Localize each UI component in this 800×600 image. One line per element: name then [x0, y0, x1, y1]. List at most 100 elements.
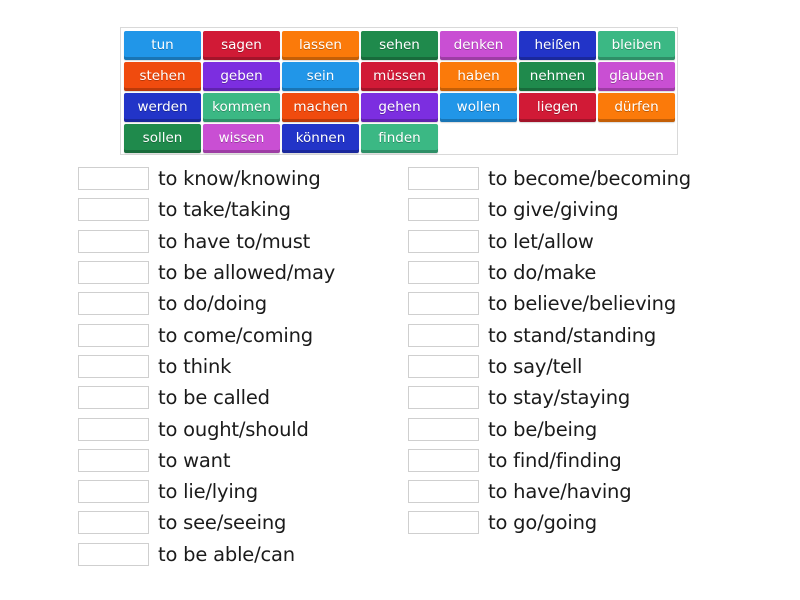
answer-drop-zone[interactable] [408, 323, 479, 347]
clue-text: to know/knowing [158, 167, 321, 191]
clue-row: to think [78, 351, 335, 382]
word-tile[interactable]: machen [282, 93, 359, 122]
clue-text: to stay/staying [488, 386, 631, 410]
word-tile[interactable]: sollen [124, 124, 201, 153]
clue-column-left: to know/knowing to take/taking to have to/… [78, 163, 335, 570]
answer-drop-zone[interactable] [408, 167, 479, 191]
clue-text: to find/finding [488, 448, 622, 472]
answer-drop-zone[interactable] [78, 480, 149, 504]
clue-row: to go/going [408, 507, 691, 538]
answer-drop-zone[interactable] [78, 448, 149, 472]
answer-drop-zone[interactable] [78, 167, 149, 191]
clue-text: to become/becoming [488, 167, 691, 191]
clue-row: to be called [78, 382, 335, 413]
word-tile[interactable]: sein [282, 62, 359, 91]
word-tile[interactable]: sehen [361, 31, 438, 60]
answer-drop-zone[interactable] [408, 417, 479, 441]
word-tile[interactable]: finden [361, 124, 438, 153]
answer-drop-zone[interactable] [408, 511, 479, 535]
word-tile[interactable]: glauben [598, 62, 675, 91]
clue-row: to be allowed/may [78, 257, 335, 288]
answer-drop-zone[interactable] [78, 261, 149, 285]
clue-row: to do/make [408, 257, 691, 288]
clue-row: to lie/lying [78, 476, 335, 507]
clue-text: to lie/lying [158, 480, 258, 504]
word-tile[interactable]: liegen [519, 93, 596, 122]
word-tile[interactable]: kommen [203, 93, 280, 122]
answer-drop-zone[interactable] [408, 386, 479, 410]
clue-text: to be able/can [158, 542, 295, 566]
clue-row: to give/giving [408, 194, 691, 225]
word-tile[interactable]: heißen [519, 31, 596, 60]
clue-row: to do/doing [78, 288, 335, 319]
clue-text: to give/giving [488, 198, 619, 222]
clue-row: to stay/staying [408, 382, 691, 413]
clue-row: to know/knowing [78, 163, 335, 194]
word-tile[interactable]: haben [440, 62, 517, 91]
clue-text: to come/coming [158, 323, 313, 347]
answer-drop-zone[interactable] [408, 261, 479, 285]
answer-drop-zone[interactable] [408, 354, 479, 378]
clue-row: to want [78, 445, 335, 476]
clue-text: to do/make [488, 261, 597, 285]
word-tile[interactable]: wollen [440, 93, 517, 122]
clue-row: to say/tell [408, 351, 691, 382]
answer-drop-zone[interactable] [78, 386, 149, 410]
clue-text: to stand/standing [488, 323, 657, 347]
answer-drop-zone[interactable] [408, 292, 479, 316]
answer-drop-zone[interactable] [78, 511, 149, 535]
answer-drop-zone[interactable] [78, 542, 149, 566]
word-tile[interactable]: gehen [361, 93, 438, 122]
word-tile[interactable]: bleiben [598, 31, 675, 60]
answer-drop-zone[interactable] [78, 323, 149, 347]
word-tile[interactable]: dürfen [598, 93, 675, 122]
clue-text: to say/tell [488, 354, 583, 378]
answer-drop-zone[interactable] [78, 229, 149, 253]
answer-drop-zone[interactable] [78, 354, 149, 378]
answer-drop-zone[interactable] [408, 198, 479, 222]
word-tile[interactable]: müssen [361, 62, 438, 91]
match-up-activity: tun sagen lassen sehen denken heißen bleiben st… [0, 0, 800, 600]
clue-row: to have/having [408, 476, 691, 507]
word-tile[interactable]: können [282, 124, 359, 153]
word-tile[interactable]: geben [203, 62, 280, 91]
word-tile[interactable]: tun [124, 31, 201, 60]
clue-text: to be allowed/may [158, 261, 336, 285]
answer-drop-zone[interactable] [78, 198, 149, 222]
clue-row: to be able/can [78, 539, 335, 570]
clue-text: to be/being [488, 417, 598, 441]
answer-drop-zone[interactable] [408, 480, 479, 504]
answer-drop-zone[interactable] [408, 229, 479, 253]
clue-text: to see/seeing [158, 511, 287, 535]
answer-drop-zone[interactable] [78, 417, 149, 441]
answer-drop-zone[interactable] [78, 292, 149, 316]
clue-text: to have to/must [158, 229, 311, 253]
clue-column-right: to become/becoming to give/giving to let/a… [408, 163, 691, 539]
clue-row: to see/seeing [78, 507, 335, 538]
clue-text: to ought/should [158, 417, 309, 441]
answer-drop-zone[interactable] [408, 448, 479, 472]
clue-row: to be/being [408, 413, 691, 444]
clue-row: to find/finding [408, 445, 691, 476]
word-tile[interactable]: nehmen [519, 62, 596, 91]
clue-row: to believe/believing [408, 288, 691, 319]
clue-row: to stand/standing [408, 319, 691, 350]
word-tile[interactable]: stehen [124, 62, 201, 91]
word-tile[interactable]: werden [124, 93, 201, 122]
clue-row: to have to/must [78, 226, 335, 257]
word-tile[interactable]: denken [440, 31, 517, 60]
clue-text: to take/taking [158, 198, 291, 222]
clue-row: to take/taking [78, 194, 335, 225]
clue-row: to become/becoming [408, 163, 691, 194]
word-tile[interactable]: wissen [203, 124, 280, 153]
clue-text: to believe/believing [488, 292, 676, 316]
clue-text: to think [158, 354, 232, 378]
word-tile[interactable]: sagen [203, 31, 280, 60]
clue-row: to let/allow [408, 226, 691, 257]
clue-text: to want [158, 448, 231, 472]
word-bank: tun sagen lassen sehen denken heißen bleiben st… [120, 27, 678, 155]
clue-row: to come/coming [78, 319, 335, 350]
clue-text: to be called [158, 386, 270, 410]
word-tile[interactable]: lassen [282, 31, 359, 60]
clue-text: to go/going [488, 511, 597, 535]
